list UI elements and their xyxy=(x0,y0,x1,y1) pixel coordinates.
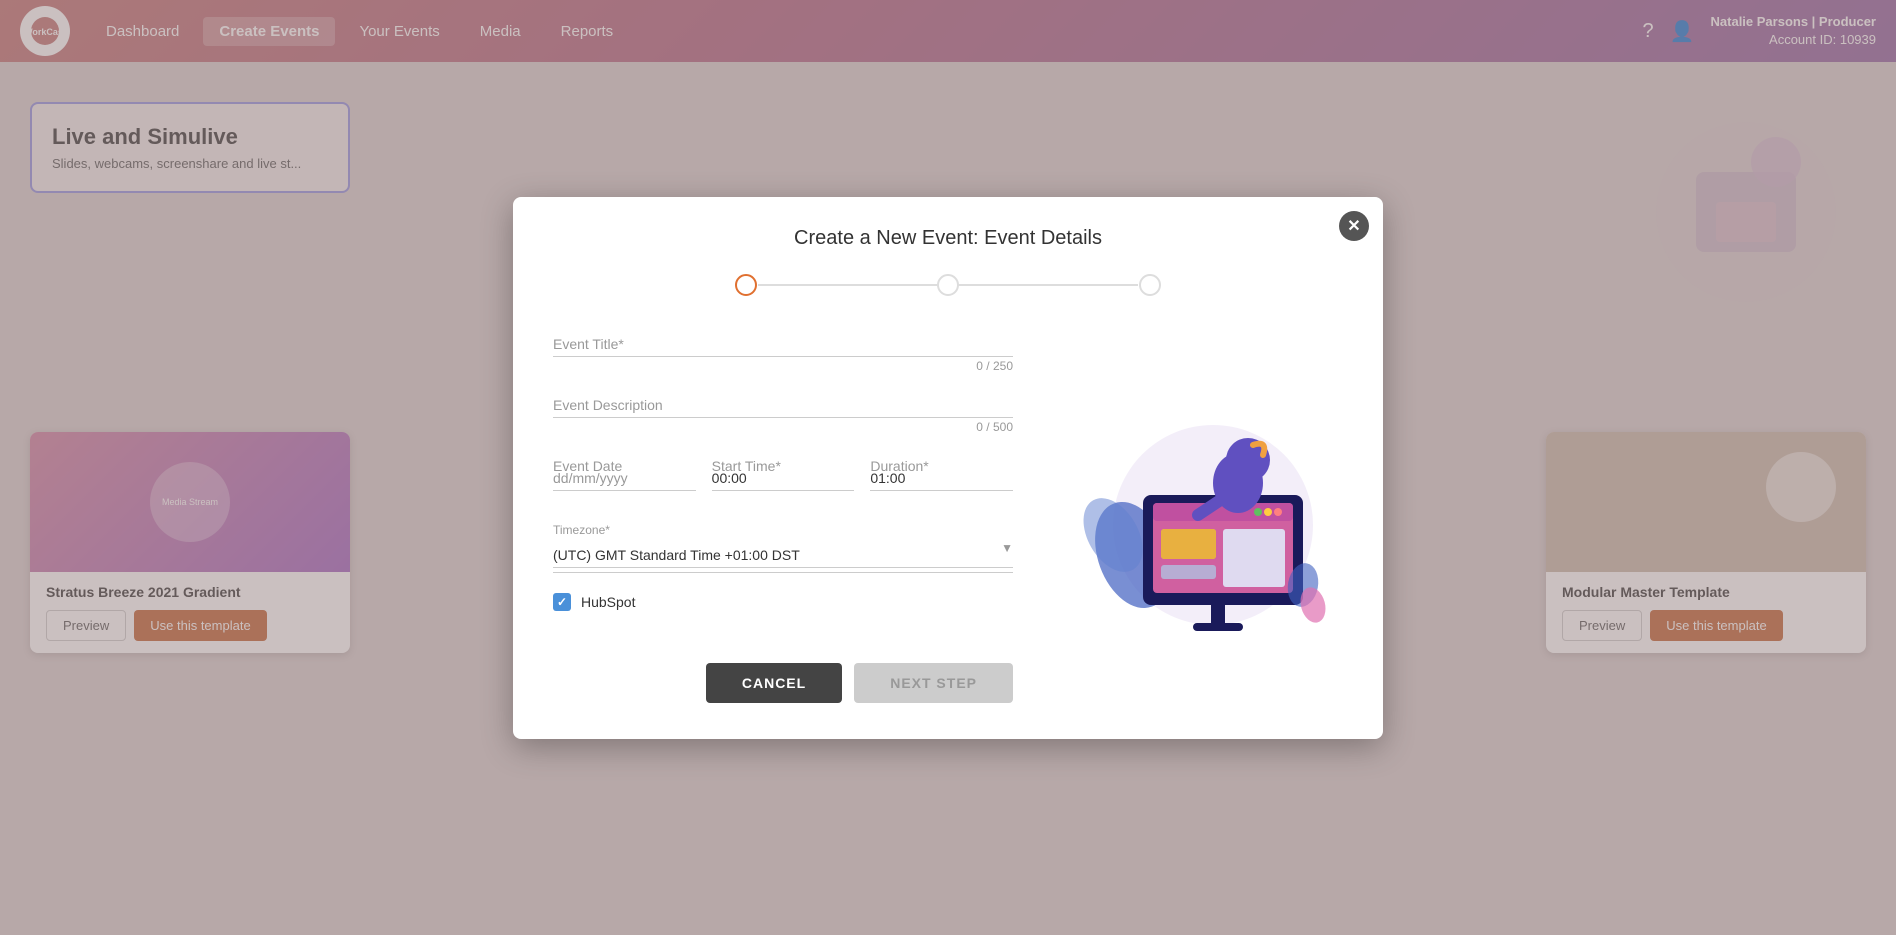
duration-value: 01:00 xyxy=(870,470,905,486)
start-time-group: Start Time* 00:00 xyxy=(712,450,855,491)
date-time-row: Event Date Start Time* 00:00 Duration* 0… xyxy=(553,450,1013,507)
hubspot-label: HubSpot xyxy=(581,594,635,610)
hubspot-row: HubSpot xyxy=(553,593,1013,611)
hubspot-checkbox[interactable] xyxy=(553,593,571,611)
event-description-char-count: 0 / 500 xyxy=(553,420,1013,434)
modal-footer: CANCEL NEXT STEP xyxy=(553,647,1013,703)
modal-close-button[interactable]: ✕ xyxy=(1339,211,1369,241)
step-2 xyxy=(937,274,959,296)
next-step-button[interactable]: NEXT STEP xyxy=(854,663,1013,703)
step-1 xyxy=(735,274,757,296)
create-event-modal: ✕ Create a New Event: Event Details 0 / … xyxy=(513,197,1383,739)
event-title-input[interactable] xyxy=(553,328,1013,357)
modal-illustration xyxy=(1043,328,1343,703)
timezone-dropdown-arrow: ▼ xyxy=(1001,541,1013,555)
timezone-group: Timezone* (UTC) GMT Standard Time +01:00… xyxy=(553,523,1013,573)
step-3 xyxy=(1139,274,1161,296)
event-description-group: 0 / 500 xyxy=(553,389,1013,434)
timezone-value: (UTC) GMT Standard Time +01:00 DST xyxy=(553,547,800,563)
stepper xyxy=(553,274,1343,296)
event-description-input[interactable] xyxy=(553,389,1013,418)
modal-title: Create a New Event: Event Details xyxy=(553,227,1343,250)
event-form: 0 / 250 0 / 500 Event Date Start Time* 0… xyxy=(553,328,1013,703)
duration-group: Duration* 01:00 xyxy=(870,450,1013,491)
modal-body: 0 / 250 0 / 500 Event Date Start Time* 0… xyxy=(553,328,1343,703)
start-time-value: 00:00 xyxy=(712,470,747,486)
cancel-button[interactable]: CANCEL xyxy=(706,663,842,703)
timezone-select[interactable]: (UTC) GMT Standard Time +01:00 DST xyxy=(553,539,1013,568)
event-title-char-count: 0 / 250 xyxy=(553,359,1013,373)
event-date-input[interactable] xyxy=(553,450,696,491)
event-title-group: 0 / 250 xyxy=(553,328,1013,373)
event-date-group: Event Date xyxy=(553,450,696,491)
timezone-label: Timezone* xyxy=(553,523,1013,537)
